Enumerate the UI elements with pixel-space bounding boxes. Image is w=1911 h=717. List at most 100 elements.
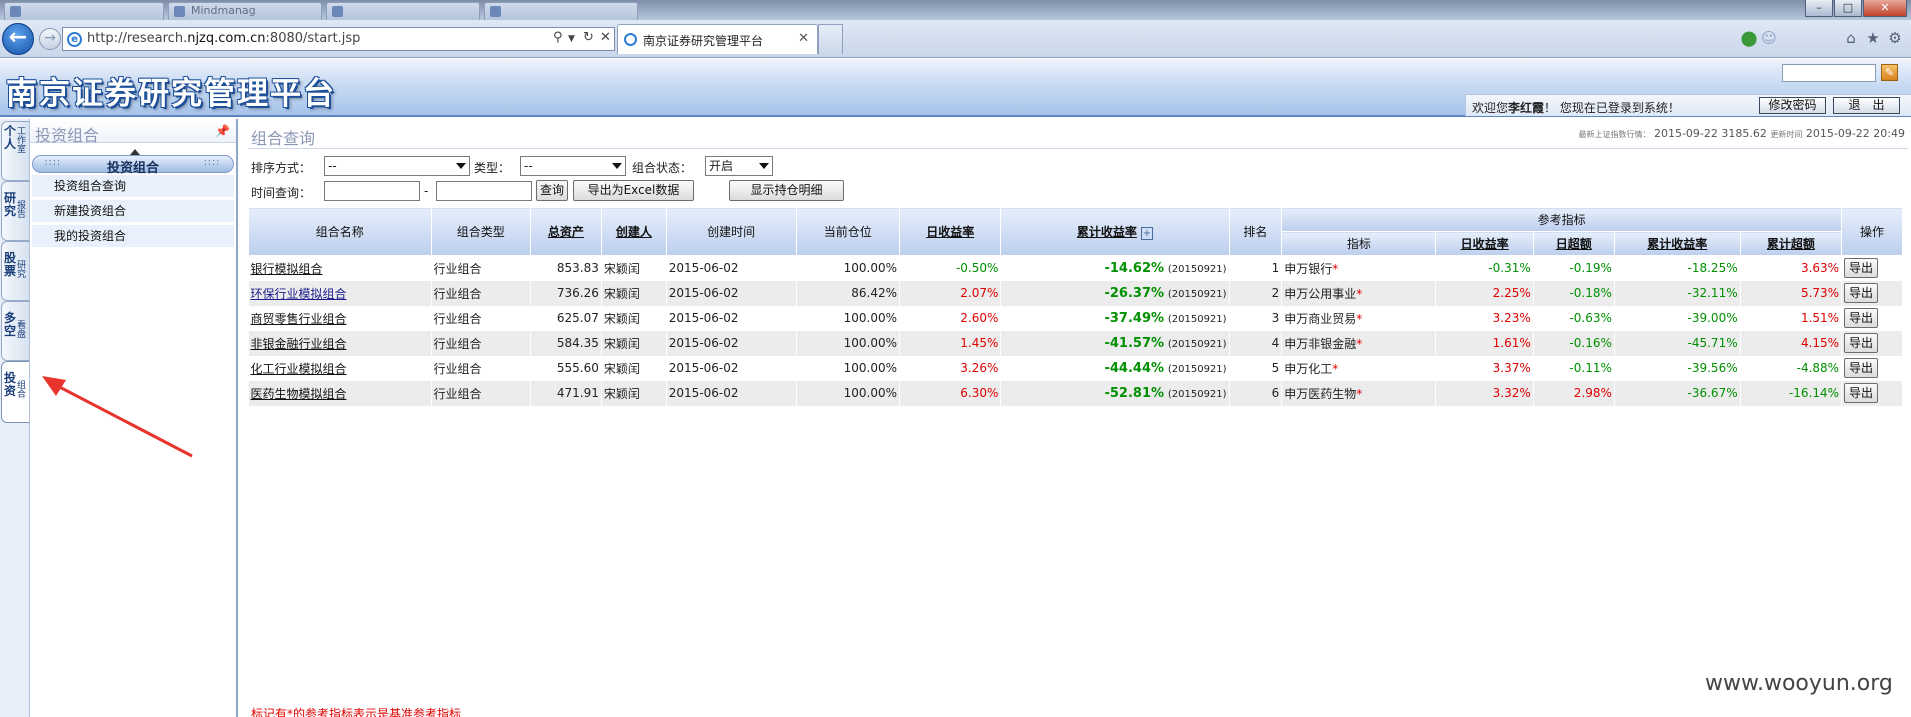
table-cell: 申万公用事业*	[1281, 280, 1437, 306]
tab-favicon	[10, 6, 21, 17]
portfolio-name-link[interactable]: 商贸零售行业组合	[251, 312, 347, 326]
table-cell: -16.14%	[1740, 380, 1843, 406]
portfolio-name-link[interactable]: 环保行业模拟组合	[251, 287, 347, 301]
col-header-ref-daily[interactable]: 日收益率	[1435, 231, 1534, 256]
dropdown-arrow-icon[interactable]: ▼	[568, 34, 575, 44]
table-cell: -18.25%	[1614, 255, 1741, 281]
portfolio-name-link[interactable]: 化工行业模拟组合	[251, 362, 347, 376]
table-cell: 1.45%	[899, 330, 1002, 356]
index-update-info: 最新上证指数行情： 2015-09-22 3185.62 更新时间 2015-0…	[1578, 127, 1905, 140]
vtab-label: 多空	[4, 311, 17, 338]
col-header-cumulative-return[interactable]: 累计收益率 +	[1000, 207, 1230, 256]
benchmark-star-icon: *	[1356, 286, 1363, 301]
search-go-icon[interactable]: ✎	[1881, 64, 1898, 81]
url-domain: njzq.com.cn	[187, 31, 266, 46]
vtab-personal[interactable]: 个人 工作室	[1, 121, 29, 181]
stop-icon[interactable]: ✕	[600, 30, 611, 45]
annotation-arrow	[42, 376, 193, 458]
welcome-prefix: 欢迎您	[1472, 101, 1509, 115]
export-row-button[interactable]: 导出	[1844, 308, 1879, 328]
active-browser-tab[interactable]: 南京证券研究管理平台 ✕	[617, 24, 818, 54]
status-select[interactable]: 开启	[705, 156, 773, 176]
settings-gear-icon[interactable]: ⚙	[1886, 29, 1904, 47]
header-search-input[interactable]	[1782, 64, 1876, 82]
new-tab-button[interactable]	[818, 24, 843, 54]
background-tab[interactable]	[4, 2, 164, 20]
search-icon[interactable]: ⚲	[553, 30, 563, 45]
back-arrow-icon[interactable]: ←	[2, 23, 34, 55]
type-select[interactable]: --	[520, 156, 626, 176]
sort-select[interactable]: --	[324, 156, 470, 176]
export-excel-button[interactable]: 导出为Excel数据	[573, 180, 694, 201]
portfolio-type: 行业组合	[433, 361, 482, 376]
vtab-market[interactable]: 多空 看盘	[1, 301, 29, 361]
table-cell: 4.15%	[1740, 330, 1843, 356]
col-header-reference-group: 参考指标	[1281, 207, 1843, 232]
vtab-sublabel: 组合	[16, 381, 26, 400]
security-shield-icon[interactable]: ⬤	[1740, 29, 1758, 47]
table-cell: -39.00%	[1614, 305, 1741, 331]
portfolio-name-link[interactable]: 银行模拟组合	[251, 262, 323, 276]
col-header-action: 操作	[1841, 207, 1903, 256]
export-row-button[interactable]: 导出	[1844, 333, 1879, 353]
show-holdings-button[interactable]: 显示持仓明细	[729, 180, 844, 201]
portfolio-name-link[interactable]: 医药生物模拟组合	[251, 387, 347, 401]
home-icon[interactable]: ⌂	[1842, 29, 1860, 47]
forward-arrow-icon[interactable]: →	[39, 28, 61, 50]
col-header-assets[interactable]: 总资产	[529, 207, 602, 256]
pin-icon[interactable]: 📌	[215, 124, 230, 138]
vtab-stock[interactable]: 股票 研究	[1, 241, 29, 301]
address-url[interactable]: http://research.njzq.com.cn:8080/start.j…	[87, 31, 360, 46]
export-row-button[interactable]: 导出	[1844, 283, 1879, 303]
close-tab-icon[interactable]: ✕	[798, 31, 809, 46]
vtab-research[interactable]: 研究 报告	[1, 181, 29, 241]
export-row-button[interactable]: 导出	[1844, 358, 1879, 378]
section-bar[interactable]: ∷∷ 投资组合 ∷∷	[32, 155, 234, 176]
background-tab[interactable]: Mindmanag	[168, 2, 322, 20]
query-button[interactable]: 查询	[536, 180, 568, 201]
col-header-ref-daily-excess[interactable]: 日超额	[1532, 231, 1615, 256]
tab-favicon	[174, 6, 185, 17]
daily-return: -0.50%	[955, 261, 999, 276]
ref-daily-return: 3.37%	[1492, 361, 1531, 375]
table-cell: -52.81% (20150921)	[1000, 380, 1230, 406]
favorites-star-icon[interactable]: ★	[1864, 29, 1882, 47]
col-header-creator[interactable]: 创建人	[600, 207, 667, 256]
logout-button[interactable]: 退 出	[1833, 97, 1900, 114]
table-cell: 行业组合	[431, 380, 531, 406]
user-bar: 欢迎您李红霞！ 您现在已登录到系统！ 修改密码 退 出	[1465, 94, 1911, 116]
col-header-type: 组合类型	[430, 207, 531, 256]
ref-daily-excess: -0.11%	[1569, 361, 1612, 375]
col-header-ref-cumulative-excess[interactable]: 累计超额	[1739, 231, 1843, 256]
expand-plus-icon[interactable]: +	[1140, 227, 1154, 240]
background-tab[interactable]	[326, 2, 480, 20]
export-row-button[interactable]: 导出	[1844, 383, 1879, 403]
menu-item-my-portfolio[interactable]: 我的投资组合	[32, 225, 234, 248]
maximize-icon[interactable]: □	[1834, 0, 1862, 17]
col-header-daily-return[interactable]: 日收益率	[898, 207, 1002, 256]
update-value: 2015-09-22 3185.62	[1653, 127, 1767, 140]
address-bar[interactable]: e http://research.njzq.com.cn:8080/start…	[62, 27, 615, 51]
menu-item-portfolio-query[interactable]: 投资组合查询	[32, 175, 234, 198]
portfolio-name-link[interactable]: 非银金融行业组合	[251, 337, 347, 351]
refresh-icon[interactable]: ↻	[583, 30, 594, 45]
table-cell: 宋颖闰	[601, 255, 667, 281]
background-tab[interactable]	[484, 2, 638, 20]
start-date-input[interactable]	[324, 181, 420, 201]
col-header-ref-cumulative[interactable]: 累计收益率	[1613, 231, 1741, 256]
close-window-icon[interactable]: ✕	[1863, 0, 1907, 17]
current-position: 100.00%	[843, 361, 897, 375]
browser-tab-strip: Mindmanag – □ ✕	[0, 0, 1911, 20]
minimize-icon[interactable]: –	[1805, 0, 1833, 17]
smiley-icon[interactable]: ☺	[1760, 29, 1778, 47]
change-password-button[interactable]: 修改密码	[1759, 97, 1826, 114]
end-date-input[interactable]	[436, 181, 532, 201]
table-cell: 宋颖闰	[601, 280, 667, 306]
vtab-portfolio[interactable]: 投资 组合	[1, 361, 29, 423]
menu-item-new-portfolio[interactable]: 新建投资组合	[32, 200, 234, 223]
ie-page-icon: e	[67, 32, 82, 47]
export-row-button[interactable]: 导出	[1844, 258, 1879, 279]
table-cell: 行业组合	[431, 255, 531, 281]
url-prefix: http://research.	[87, 31, 188, 46]
daily-return: 3.26%	[960, 361, 999, 375]
